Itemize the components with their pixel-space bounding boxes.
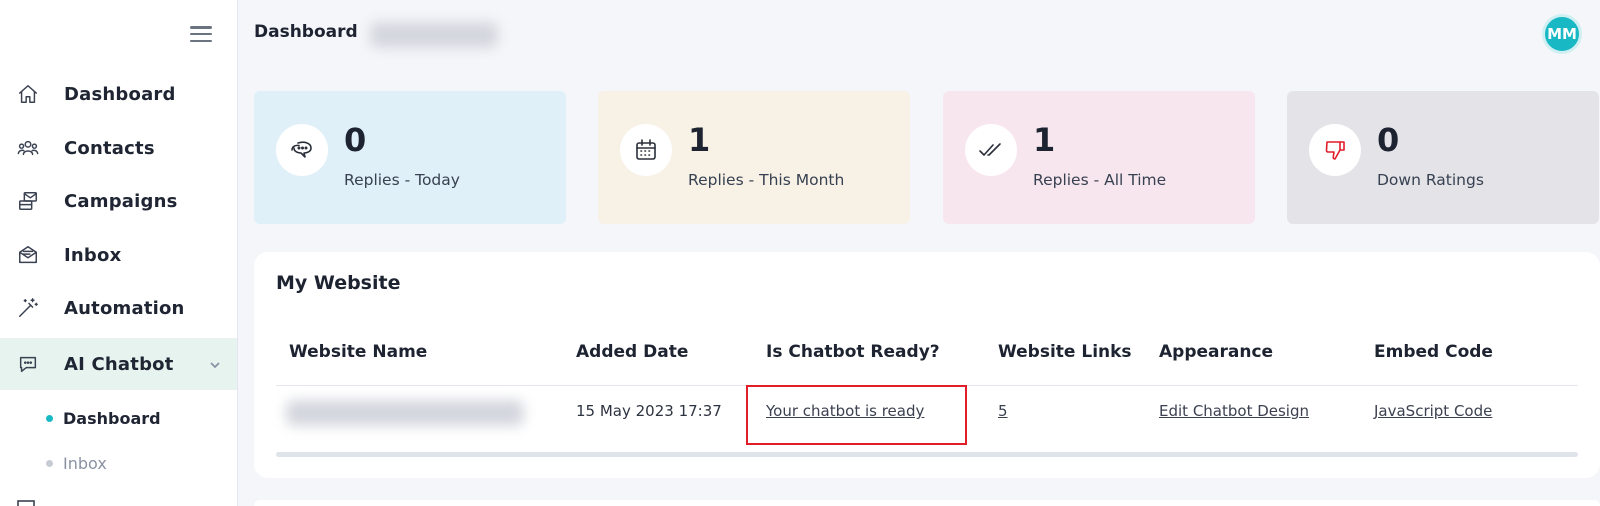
home-icon (16, 82, 40, 106)
active-dot-icon (46, 414, 53, 422)
inactive-dot-icon (46, 459, 53, 467)
sidebar-item-partial (16, 496, 136, 506)
column-header: Website Name (289, 342, 428, 362)
sidebar-subitem-label: Dashboard (63, 408, 161, 428)
sidebar-item-contacts[interactable]: Contacts (0, 123, 237, 173)
sidebar-item-automation[interactable]: Automation (0, 283, 237, 333)
website-links-link[interactable]: 5 (998, 402, 1008, 420)
sidebar-item-dashboard[interactable]: Dashboard (0, 69, 237, 119)
stat-caption: Replies - All Time (1033, 171, 1167, 189)
sidebar-item-label: Inbox (64, 244, 122, 266)
column-header: Embed Code (1374, 342, 1493, 362)
inbox-icon (16, 243, 40, 267)
double-check-icon (965, 124, 1017, 176)
sidebar: Dashboard Contacts Campaigns Inbox Autom… (0, 0, 238, 506)
edit-chatbot-design-link[interactable]: Edit Chatbot Design (1159, 402, 1309, 420)
campaigns-icon (16, 189, 40, 213)
stat-card-down-ratings: 0 Down Ratings (1287, 91, 1599, 224)
stat-value: 1 (688, 121, 711, 159)
users-icon (16, 136, 40, 160)
chat-icon (276, 124, 328, 176)
chevron-down-icon[interactable] (209, 356, 221, 369)
javascript-code-link[interactable]: JavaScript Code (1374, 402, 1492, 420)
blurred-account-name (370, 22, 498, 48)
stat-value: 0 (344, 121, 367, 159)
menu-toggle-icon[interactable] (190, 26, 212, 42)
stat-card-replies-all-time: 1 Replies - All Time (943, 91, 1255, 224)
sidebar-item-inbox[interactable]: Inbox (0, 230, 237, 280)
sidebar-item-ai-chatbot[interactable]: AI Chatbot (0, 338, 237, 390)
column-header: Is Chatbot Ready? (766, 342, 940, 362)
sidebar-subitem-dashboard[interactable]: Dashboard (46, 405, 161, 431)
stat-value: 1 (1033, 121, 1056, 159)
thumbs-down-icon (1309, 124, 1361, 176)
stat-caption: Replies - This Month (688, 171, 845, 189)
stat-card-replies-today: 0 Replies - Today (254, 91, 566, 224)
sidebar-subitem-label: Inbox (63, 453, 107, 473)
sidebar-item-label: Automation (64, 297, 185, 319)
sidebar-item-label: AI Chatbot (64, 353, 174, 375)
stat-value: 0 (1377, 121, 1400, 159)
added-date: 15 May 2023 17:37 (576, 402, 722, 420)
page-title: Dashboard (254, 22, 358, 42)
chat-bubble-icon (16, 352, 40, 376)
my-website-panel: My Website Website Name Added Date Is Ch… (254, 252, 1600, 478)
stat-caption: Down Ratings (1377, 171, 1484, 189)
stat-caption: Replies - Today (344, 171, 460, 189)
highlight-annotation (746, 385, 967, 445)
column-header: Added Date (576, 342, 689, 362)
templates-icon (17, 500, 35, 506)
sidebar-item-label: Campaigns (64, 190, 178, 212)
horizontal-scrollbar[interactable] (276, 452, 1578, 457)
panel-title: My Website (276, 272, 401, 294)
next-panel-peek (254, 500, 1600, 506)
sidebar-subitem-inbox[interactable]: Inbox (46, 450, 107, 476)
avatar[interactable]: MM (1542, 14, 1582, 54)
magic-wand-icon (16, 296, 40, 320)
calendar-icon (620, 124, 672, 176)
blurred-website-name (286, 400, 524, 426)
sidebar-item-campaigns[interactable]: Campaigns (0, 176, 237, 226)
stat-card-replies-month: 1 Replies - This Month (598, 91, 910, 224)
column-header: Website Links (998, 342, 1132, 362)
sidebar-item-label: Contacts (64, 137, 155, 159)
column-header: Appearance (1159, 342, 1274, 362)
sidebar-item-label: Dashboard (64, 83, 176, 105)
